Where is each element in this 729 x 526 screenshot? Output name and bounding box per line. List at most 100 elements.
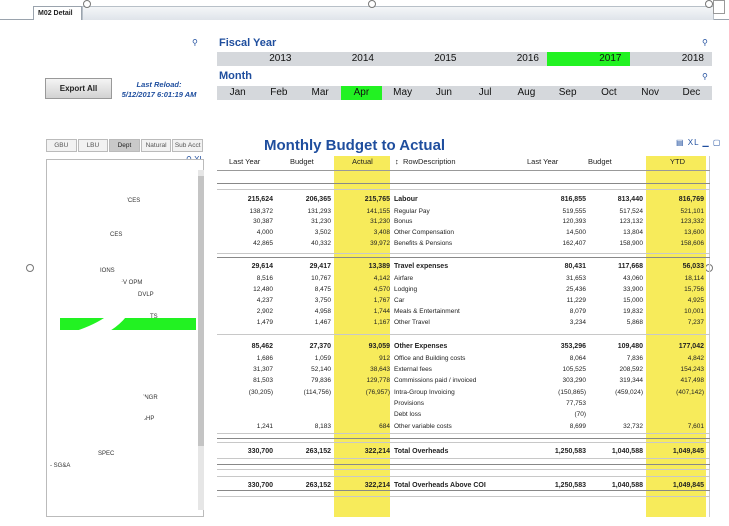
- month-option-may[interactable]: May: [382, 86, 423, 100]
- cell-budget: 3,502: [314, 229, 331, 236]
- table-row[interactable]: Debt loss (70): [217, 409, 710, 420]
- month-option-jan[interactable]: Jan: [217, 86, 258, 100]
- month-option-feb[interactable]: Feb: [258, 86, 299, 100]
- row-divider: [217, 253, 710, 254]
- tab-gbu[interactable]: GBU: [46, 139, 77, 152]
- cell-row-description: Provisions: [394, 400, 424, 407]
- sheet-tab-m02-detail[interactable]: M02 Detail: [33, 6, 82, 20]
- header-row-description[interactable]: RowDescription: [403, 157, 456, 166]
- header-ytd[interactable]: YTD: [670, 157, 685, 166]
- cell-ytd: 15,756: [684, 286, 704, 293]
- header-budget[interactable]: Budget: [290, 157, 314, 166]
- year-option-2016[interactable]: 2016: [465, 52, 548, 66]
- cell-last-year-ytd: 8,064: [569, 355, 586, 362]
- search-icon[interactable]: ⚲: [192, 38, 198, 47]
- table-row[interactable]: 85,462 27,370 93,059 Other Expenses 353,296 1…: [217, 341, 710, 352]
- table-row[interactable]: 31,307 52,140 38,643 External fees 105,525 20…: [217, 364, 710, 375]
- selection-handle-top-middle[interactable]: [368, 0, 376, 8]
- table-row[interactable]: 4,000 3,502 3,408 Other Compensation 14,500 1…: [217, 227, 710, 238]
- cell-budget-ytd: (459,024): [615, 389, 643, 396]
- fiscal-year-search-icon[interactable]: ⚲: [702, 38, 708, 47]
- table-row[interactable]: Provisions 77,753: [217, 398, 710, 409]
- cell-ytd: 13,600: [684, 229, 704, 236]
- cell-last-year-ytd: 8,079: [569, 308, 586, 315]
- cell-row-description: Meals & Entertainment: [394, 308, 460, 315]
- cell-ytd: 816,769: [678, 196, 704, 203]
- month-option-dec[interactable]: Dec: [671, 86, 712, 100]
- month-option-aug[interactable]: Aug: [506, 86, 547, 100]
- table-toolbar-icons[interactable]: ▤ XL ▁ ▢: [676, 138, 721, 147]
- table-row[interactable]: 8,516 10,767 4,142 Airfare 31,653 43,060 18,11…: [217, 273, 710, 284]
- header-last-year-ytd[interactable]: Last Year: [527, 157, 558, 166]
- cell-actual: 1,744: [373, 308, 390, 315]
- month-search-icon[interactable]: ⚲: [702, 72, 708, 81]
- month-title: Month: [219, 70, 252, 82]
- month-option-apr[interactable]: Apr: [340, 86, 382, 100]
- table-row[interactable]: 330,700 263,152 322,214 Total Overheads 1,25…: [217, 446, 710, 457]
- cell-last-year-ytd: 31,653: [566, 275, 586, 282]
- tab-lbu[interactable]: LBU: [77, 139, 109, 152]
- table-row[interactable]: 4,237 3,750 1,767 Car 11,229 15,000 4,925: [217, 295, 710, 306]
- table-row[interactable]: 330,700 263,152 322,214 Total Overheads Abo…: [217, 480, 710, 491]
- cell-budget-ytd: 32,732: [623, 423, 643, 430]
- table-row[interactable]: 12,480 8,475 4,570 Lodging 25,436 33,900 15,75…: [217, 284, 710, 295]
- cell-last-year-ytd: (70): [574, 411, 586, 418]
- header-budget-ytd[interactable]: Budget: [588, 157, 612, 166]
- cell-actual: 3,408: [373, 229, 390, 236]
- cell-actual: 4,142: [373, 275, 390, 282]
- month-option-mar[interactable]: Mar: [300, 86, 341, 100]
- year-option-2014[interactable]: 2014: [300, 52, 383, 66]
- cell-budget: 4,958: [314, 308, 331, 315]
- table-row[interactable]: 29,614 29,417 13,389 Travel expenses 80,431 1…: [217, 261, 710, 272]
- list-scrollbar[interactable]: [198, 170, 204, 510]
- row-divider: [217, 183, 710, 184]
- month-option-sep[interactable]: Sep: [547, 86, 588, 100]
- table-row[interactable]: 1,479 1,467 1,167 Other Travel 3,234 5,868 7,2…: [217, 317, 710, 328]
- year-option-2017[interactable]: 2017: [547, 52, 630, 66]
- year-option-2018[interactable]: 2018: [630, 52, 713, 66]
- cell-actual: 215,765: [364, 196, 390, 203]
- header-actual[interactable]: Actual: [352, 157, 373, 166]
- table-row[interactable]: 1,241 8,183 684 Other variable costs 8,699 32…: [217, 421, 710, 432]
- list-scrollbar-thumb[interactable]: [198, 176, 204, 446]
- tab-sub-acct[interactable]: Sub Acct: [172, 139, 203, 152]
- tab-natural[interactable]: Natural: [140, 139, 172, 152]
- table-row[interactable]: 30,387 31,230 31,230 Bonus 120,393 123,132 123…: [217, 216, 710, 227]
- tab-dept[interactable]: Dept: [109, 139, 140, 152]
- selection-handle-top-right[interactable]: [705, 0, 713, 8]
- cell-last-year: 215,624: [247, 196, 273, 203]
- table-row[interactable]: 42,865 40,332 39,972 Benefits & Pensions 162…: [217, 238, 710, 249]
- table-row[interactable]: 1,686 1,059 912 Office and Building costs 8,…: [217, 353, 710, 364]
- selection-handle-top-left[interactable]: [83, 0, 91, 8]
- cell-last-year-ytd: 11,229: [566, 297, 586, 304]
- cell-row-description: External fees: [394, 366, 432, 373]
- month-option-jun[interactable]: Jun: [423, 86, 464, 100]
- row-divider: [217, 433, 710, 434]
- sort-arrow-icon[interactable]: ↕: [395, 157, 399, 166]
- month-option-oct[interactable]: Oct: [588, 86, 629, 100]
- cell-ytd: (407,142): [676, 389, 704, 396]
- cell-last-year: 8,516: [256, 275, 273, 282]
- cell-row-description: Other variable costs: [394, 423, 452, 430]
- table-row[interactable]: 81,503 79,836 129,778 Commissions paid / in…: [217, 375, 710, 386]
- table-row[interactable]: 215,624 206,365 215,765 Labour 816,855 813,44…: [217, 194, 710, 205]
- cell-budget-ytd: 109,480: [617, 343, 643, 350]
- cell-last-year-ytd: 816,855: [560, 196, 586, 203]
- year-option-2013[interactable]: 2013: [217, 52, 300, 66]
- header-last-year[interactable]: Last Year: [229, 157, 260, 166]
- row-divider: [217, 334, 710, 335]
- export-all-button[interactable]: Export All: [45, 78, 112, 99]
- cell-budget-ytd: 319,344: [619, 377, 644, 384]
- cell-actual: 322,214: [364, 448, 390, 455]
- cell-budget-ytd: 7,836: [626, 355, 643, 362]
- table-row[interactable]: (30,205) (114,756) (76,957) Intra-Group Inv…: [217, 387, 710, 398]
- month-option-jul[interactable]: Jul: [465, 86, 506, 100]
- year-option-2015[interactable]: 2015: [382, 52, 465, 66]
- cell-last-year: 330,700: [247, 448, 273, 455]
- selection-handle-left[interactable]: [26, 264, 34, 272]
- cell-budget: 10,767: [311, 275, 331, 282]
- last-reload-time: 5/12/2017 6:01:19 AM: [121, 90, 197, 99]
- month-option-nov[interactable]: Nov: [630, 86, 671, 100]
- table-row[interactable]: 2,902 4,958 1,744 Meals & Entertainment 8,07…: [217, 306, 710, 317]
- window-restore-icon[interactable]: [713, 0, 725, 14]
